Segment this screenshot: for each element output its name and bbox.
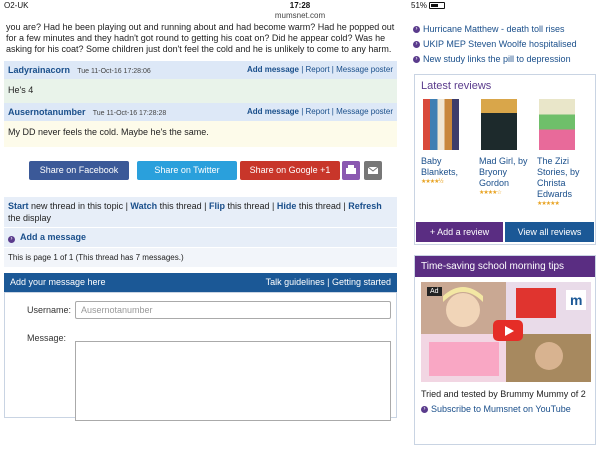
watch-thread-link[interactable]: Watch xyxy=(130,201,157,211)
post-author[interactable]: Ladyrainacorn xyxy=(8,65,70,75)
sidebar: › Hurricane Matthew - death toll rises › U… xyxy=(411,22,600,445)
news-list: › Hurricane Matthew - death toll rises › U… xyxy=(411,22,600,67)
arrow-icon: › xyxy=(421,406,428,413)
share-google-button[interactable]: Share on Google +1 xyxy=(240,161,340,180)
review-buttons: + Add a review View all reviews xyxy=(415,222,595,242)
video-promo-panel: Time-saving school morning tips m Ad Tri… xyxy=(414,255,596,445)
post-date: Tue 11-Oct-16 17:28:28 xyxy=(92,110,167,117)
hide-thread-link[interactable]: Hide xyxy=(277,201,297,211)
arrow-icon: › xyxy=(413,26,420,33)
book-cover[interactable] xyxy=(423,99,459,150)
message-poster-link[interactable]: Message poster xyxy=(336,65,393,74)
talk-guidelines-link[interactable]: Talk guidelines xyxy=(266,277,325,287)
subscribe-youtube-link[interactable]: › Subscribe to Mumsnet on YouTube xyxy=(421,404,571,414)
book-cover[interactable] xyxy=(481,99,517,150)
add-message-link[interactable]: Add message xyxy=(247,107,299,116)
add-message-link[interactable]: Add message xyxy=(247,65,299,74)
post-header: Ausernotanumber Tue 11-Oct-16 17:28:28 A… xyxy=(4,103,397,121)
latest-reviews-panel: Latest reviews Baby Blankets, ★★★★½ Mad G… xyxy=(414,74,596,245)
report-link[interactable]: Report xyxy=(306,107,330,116)
video-player[interactable]: m Ad xyxy=(421,282,591,382)
book-list: Baby Blankets, ★★★★½ Mad Girl, by Bryony Go… xyxy=(415,94,595,207)
news-item[interactable]: › UKIP MEP Steven Woolfe hospitalised xyxy=(411,37,600,52)
book-rating: ★★★★★ xyxy=(537,201,560,207)
report-link[interactable]: Report xyxy=(306,65,330,74)
add-review-button[interactable]: + Add a review xyxy=(416,222,503,242)
username-input[interactable]: Ausernotanumber xyxy=(75,301,391,319)
print-icon[interactable] xyxy=(342,161,360,180)
email-icon[interactable] xyxy=(364,161,382,180)
flip-thread-link[interactable]: Flip xyxy=(209,201,225,211)
share-facebook-button[interactable]: Share on Facebook xyxy=(29,161,129,180)
arrow-icon: › xyxy=(8,236,15,243)
thread-column: you are? Had he been playing out and run… xyxy=(4,22,397,421)
message-form: Username: Ausernotanumber Message: xyxy=(4,292,397,421)
message-label: Message: xyxy=(27,333,67,343)
arrow-icon: › xyxy=(413,56,420,63)
news-item[interactable]: › New study links the pill to depression xyxy=(411,52,600,67)
view-all-reviews-button[interactable]: View all reviews xyxy=(505,222,594,242)
message-poster-link[interactable]: Message poster xyxy=(336,107,393,116)
book-title[interactable]: Mad Girl, by Bryony Gordon xyxy=(479,156,534,189)
post-body: My DD never feels the cold. Maybe he's t… xyxy=(4,121,397,147)
post-links: Add message | Report | Message poster xyxy=(246,107,393,116)
play-icon[interactable] xyxy=(493,320,523,341)
status-right: 51% xyxy=(411,1,600,10)
book-rating: ★★★★½ xyxy=(421,179,444,185)
book-item[interactable]: The Zizi Stories, by Christa Edwards ★★★★★ xyxy=(537,99,592,207)
url-bar[interactable]: mumsnet.com xyxy=(0,11,600,20)
status-bar: O2-UK 17:28 51% xyxy=(0,0,600,11)
form-links: Talk guidelines | Getting started xyxy=(265,277,391,287)
post-body: He's 4 xyxy=(4,79,397,103)
book-title[interactable]: Baby Blankets, xyxy=(421,156,476,178)
video-caption: Tried and tested by Brummy Mummy of 2 xyxy=(421,389,586,399)
username-label: Username: xyxy=(27,305,72,315)
add-message-link[interactable]: Add a message xyxy=(20,232,86,242)
book-item[interactable]: Baby Blankets, ★★★★½ xyxy=(421,99,476,185)
post-date: Tue 11-Oct-16 17:28:06 xyxy=(77,68,151,75)
thread-actions: Start new thread in this topic | Watch t… xyxy=(4,197,397,227)
book-item[interactable]: Mad Girl, by Bryony Gordon ★★★★☆ xyxy=(479,99,534,196)
form-header: Add your message here Talk guidelines | … xyxy=(4,273,397,292)
post-links: Add message | Report | Message poster xyxy=(246,65,393,74)
post-header: Ladyrainacorn Tue 11-Oct-16 17:28:06 Add… xyxy=(4,61,397,79)
battery-percent: 51% xyxy=(411,1,428,10)
ad-badge: Ad xyxy=(427,287,442,296)
add-message-row[interactable]: › Add a message xyxy=(4,228,397,247)
refresh-link[interactable]: Refresh xyxy=(348,201,382,211)
promo-title: Time-saving school morning tips xyxy=(415,256,595,277)
start-thread-link[interactable]: Start xyxy=(8,201,29,211)
reviews-title: Latest reviews xyxy=(421,80,492,92)
book-rating: ★★★★☆ xyxy=(479,190,502,196)
getting-started-link[interactable]: Getting started xyxy=(332,277,391,287)
share-twitter-button[interactable]: Share on Twitter xyxy=(137,161,237,180)
battery-icon xyxy=(429,2,446,9)
share-bar: Share on Facebook Share on Twitter Share… xyxy=(4,161,397,187)
form-title: Add your message here xyxy=(10,277,106,287)
page-info: This is page 1 of 1 (This thread has 7 m… xyxy=(4,248,397,267)
book-title[interactable]: The Zizi Stories, by Christa Edwards xyxy=(537,156,592,200)
message-textarea[interactable] xyxy=(75,341,391,421)
news-item[interactable]: › Hurricane Matthew - death toll rises xyxy=(411,22,600,37)
svg-text:m: m xyxy=(570,292,582,308)
previous-post-text: you are? Had he been playing out and run… xyxy=(6,22,395,54)
arrow-icon: › xyxy=(413,41,420,48)
book-cover[interactable] xyxy=(539,99,575,150)
post-author[interactable]: Ausernotanumber xyxy=(8,107,86,117)
